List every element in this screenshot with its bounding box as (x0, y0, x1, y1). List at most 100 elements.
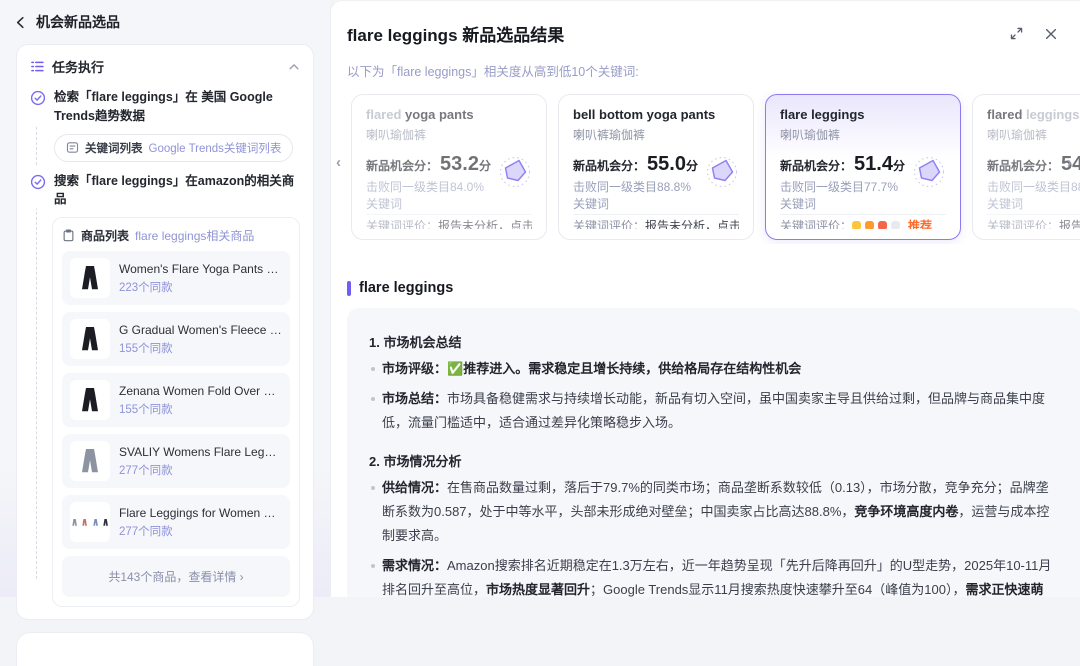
keyword-card[interactable]: bell bottom yoga pants 喇叭裤瑜伽裤新品机会分：55.0分击… (558, 94, 754, 240)
analysis-bullet: 市场总结：市场具备稳健需求与持续增长动能，新品有切入空间，虽中国卖家主导且供给过… (369, 387, 1061, 435)
keyword-carousel: ‹ flared yoga pants喇叭瑜伽裤新品机会分：53.2分击败同一级… (331, 92, 1080, 244)
market-analysis-card: 1. 市场机会总结市场评级：✅推荐进入。需求稳定且增长持续，供给格局存在结构性机… (347, 308, 1080, 597)
product-row[interactable]: SVALIY Womens Flare Leggings Yog... 277个同… (62, 434, 290, 488)
product-same-count: 277个同款 (119, 523, 282, 539)
product-title: SVALIY Womens Flare Leggings Yog... (119, 445, 282, 459)
analysis-group-title: 1. 市场机会总结 (369, 332, 1061, 351)
analysis-bullet: 需求情况：Amazon搜索排名近期稳定在1.3万左右，近一年趋势呈现「先升后降再… (369, 554, 1061, 597)
expand-icon[interactable] (1009, 26, 1024, 41)
product-thumbnail (70, 319, 110, 359)
product-thumbnail (70, 258, 110, 298)
keyword-card-title: flare leggings (780, 107, 946, 122)
task-text: 搜索「flare leggings」在amazon的相关商品 (54, 172, 300, 210)
pants-silhouette-icon (70, 517, 79, 528)
evaluation-label: 关键词评价： (573, 217, 645, 229)
analyze-link[interactable]: 报告未分析，点击分析 (1059, 217, 1080, 229)
pants-silhouette-icon (101, 517, 110, 528)
keyword-card-title: bell bottom yoga pants (573, 107, 739, 122)
pants-silhouette-icon (91, 517, 100, 528)
pants-silhouette-icon (80, 517, 89, 528)
evaluation-label: 关键词评价： (987, 217, 1059, 229)
pants-silhouette-icon (74, 323, 106, 355)
section-accent-bar (347, 281, 351, 296)
task-item-google-trends: 检索「flare leggings」在 美国 Google Trends趋势数据 (30, 88, 300, 126)
product-same-count: 277个同款 (119, 462, 282, 478)
keyword-evaluation[interactable]: 关键词评价： 推荐 (780, 215, 946, 229)
task-panel-title: 任务执行 (52, 57, 281, 76)
radar-chart-icon (496, 153, 534, 191)
keyword-card[interactable]: flared leggings喇叭瑜伽裤新品机会分：54.8分击败同一级类目88… (972, 94, 1080, 240)
task-connector-line (36, 187, 37, 579)
score-unit: 分 (479, 157, 491, 174)
product-row[interactable]: Zenana Women Fold Over Waist Cot...155个同… (62, 373, 290, 427)
product-info: Women's Flare Yoga Pants with Poc... 223个… (119, 262, 282, 295)
radar-chart-icon (703, 153, 741, 191)
task-list-icon (30, 59, 45, 74)
carousel-prev-icon[interactable]: ‹ (336, 154, 341, 171)
product-row[interactable]: Flare Leggings for Women Fold Over...277… (62, 495, 290, 549)
keyword-evaluation[interactable]: 关键词评价：报告未分析，点击分析 (573, 215, 739, 229)
evaluation-label: 关键词评价： (780, 217, 852, 229)
rating-dot (891, 221, 900, 229)
view-all-products-link[interactable]: 共143个商品，查看详情 › (62, 556, 290, 597)
product-thumbnail (70, 380, 110, 420)
artifact-value: Google Trends关键词列表 (149, 140, 282, 156)
product-list-label: 商品列表 (81, 227, 129, 244)
score-value: 51.4 (854, 153, 893, 176)
keyword-list-pill[interactable]: 关键词列表 Google Trends关键词列表 (54, 134, 293, 162)
keyword-card[interactable]: flared yoga pants喇叭瑜伽裤新品机会分：53.2分击败同一级类目… (351, 94, 547, 240)
score-value: 53.2 (440, 153, 479, 176)
analyze-link[interactable]: 报告未分析，点击分析 (645, 217, 739, 229)
beat-percent-text: 击败同一级类目88.8%关键词 (573, 179, 695, 214)
score-value: 55.0 (647, 153, 686, 176)
product-info: SVALIY Womens Flare Leggings Yog... 277个同… (119, 445, 282, 478)
keyword-evaluation[interactable]: 关键词评价：报告未分析，点击分析 (987, 215, 1080, 229)
keyword-card-title: flared leggings (987, 107, 1080, 122)
collapse-chevron-icon[interactable] (288, 61, 300, 73)
score-label: 新品机会分： (573, 157, 645, 174)
product-title: Women's Flare Yoga Pants with Poc... (119, 262, 282, 276)
back-icon[interactable] (14, 16, 27, 29)
beat-percent-text: 击败同一级类目77.7%关键词 (780, 179, 902, 214)
product-row[interactable]: Women's Flare Yoga Pants with Poc... 223个… (62, 251, 290, 305)
pants-silhouette-icon (74, 384, 106, 416)
product-info: G Gradual Women's Fleece Lined Pa...155个… (119, 323, 282, 356)
keyword-card-translation: 喇叭瑜伽裤 (987, 126, 1080, 143)
analyze-link[interactable]: 报告未分析，点击分析 (438, 217, 532, 229)
radar-chart-icon (910, 153, 948, 191)
radar-chart-icon (496, 153, 534, 191)
score-label: 新品机会分： (780, 157, 852, 174)
score-unit: 分 (686, 157, 698, 174)
rating-dot (865, 221, 874, 229)
clipboard-icon (62, 229, 75, 242)
product-info: Flare Leggings for Women Fold Over...277… (119, 506, 282, 539)
product-same-count: 223个同款 (119, 279, 282, 295)
analysis-group: 1. 市场机会总结市场评级：✅推荐进入。需求稳定且增长持续，供给格局存在结构性机… (369, 332, 1061, 435)
recommend-badge: 推荐 (908, 217, 932, 229)
product-thumbnail (70, 502, 110, 542)
radar-chart-icon (910, 153, 948, 191)
product-list-sublabel: flare leggings相关商品 (135, 227, 254, 244)
radar-chart-icon (703, 153, 741, 191)
analysis-bullet: 市场评级：✅推荐进入。需求稳定且增长持续，供给格局存在结构性机会 (369, 357, 1061, 381)
next-panel-stub (16, 632, 314, 666)
page-title: 机会新品选品 (36, 12, 120, 32)
sidebar-header: 机会新品选品 (0, 0, 330, 36)
product-row[interactable]: G Gradual Women's Fleece Lined Pa...155个… (62, 312, 290, 366)
artifact-label: 关键词列表 (85, 140, 143, 156)
keyword-card-translation: 喇叭裤瑜伽裤 (573, 126, 739, 143)
product-list-card: 商品列表 flare leggings相关商品 Women's Flare Yo… (52, 217, 300, 607)
product-title: Zenana Women Fold Over Waist Cot... (119, 384, 282, 398)
keyword-card[interactable]: flare leggings喇叭瑜伽裤新品机会分：51.4分击败同一级类目77.… (765, 94, 961, 240)
carousel-next-icon[interactable]: › (1067, 154, 1072, 171)
close-icon[interactable] (1044, 27, 1058, 41)
product-thumbnail (70, 441, 110, 481)
keyword-cards: flared yoga pants喇叭瑜伽裤新品机会分：53.2分击败同一级类目… (351, 94, 1080, 240)
check-circle-icon (30, 90, 46, 126)
score-unit: 分 (893, 157, 905, 174)
pants-silhouette-icon (74, 262, 106, 294)
keyword-evaluation[interactable]: 关键词评价：报告未分析，点击分析 (366, 215, 532, 229)
beat-percent-text: 击败同一级类目84.0%关键词 (366, 179, 488, 214)
beat-percent-text: 击败同一级类目88.5%关键词 (987, 179, 1080, 214)
evaluation-label: 关键词评价： (366, 217, 438, 229)
